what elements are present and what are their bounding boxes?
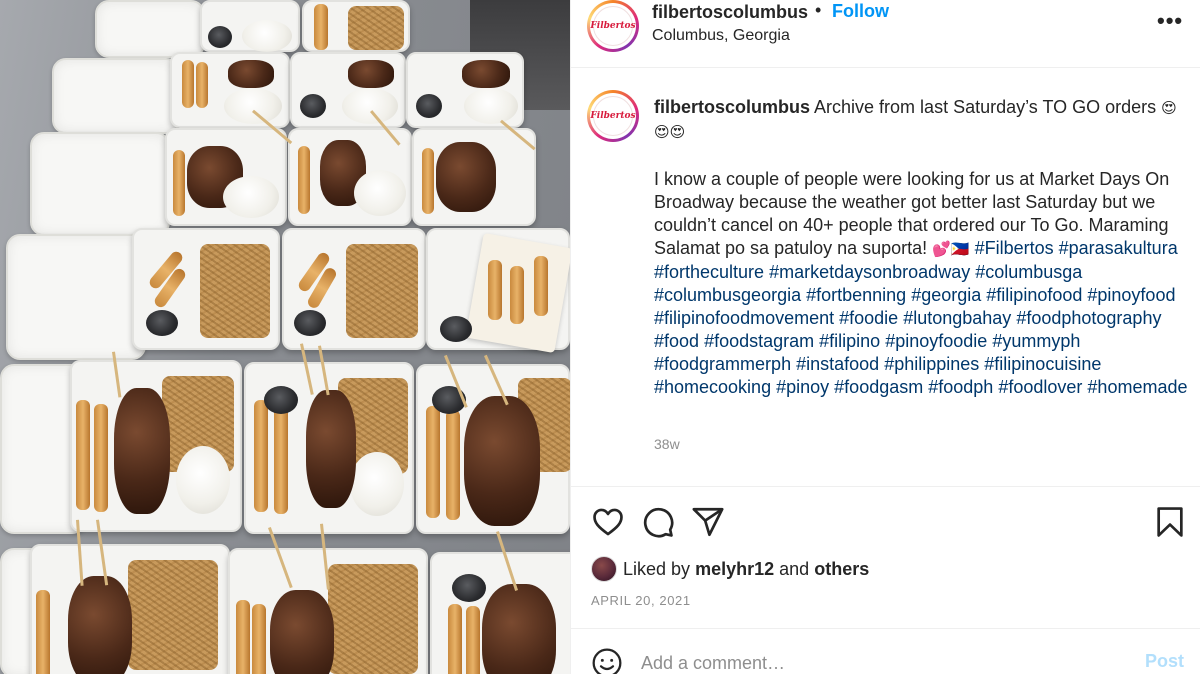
photo-container <box>165 128 287 226</box>
heart-eyes-emoji: 😍 <box>1161 99 1177 117</box>
photo-container <box>282 228 426 350</box>
photo-container <box>288 128 412 226</box>
comment-bar: Post <box>571 628 1200 674</box>
post-caption: filbertoscolumbus Archive from last Satu… <box>654 96 1189 399</box>
header-username[interactable]: filbertoscolumbus <box>652 2 808 23</box>
hashtag-link[interactable]: #pinoyfood <box>1087 285 1175 305</box>
likes-prefix: Liked by <box>623 558 691 579</box>
hearts-flag-emoji: 💕🇵🇭 <box>932 240 970 258</box>
hashtag-link[interactable]: #marketdaysonbroadway <box>769 262 970 282</box>
hashtag-link[interactable]: #filipinocuisine <box>984 354 1101 374</box>
hashtag-link[interactable]: #columbusga <box>975 262 1082 282</box>
caption-avatar[interactable]: Filbertos <box>587 90 639 142</box>
post-header: Filbertos filbertoscolumbus • Follow Col… <box>571 0 1200 68</box>
hashtag-link[interactable]: #yummyph <box>992 331 1080 351</box>
photo-container <box>30 544 230 674</box>
heart-icon[interactable] <box>591 505 625 539</box>
hashtag-link[interactable]: #columbusgeorgia <box>654 285 801 305</box>
hashtag-link[interactable]: #homecooking <box>654 377 771 397</box>
hashtag-link[interactable]: #lutongbahay <box>903 308 1011 328</box>
header-separator: • <box>815 0 822 20</box>
photo-container <box>430 552 570 674</box>
hashtag-link[interactable]: #foodstagram <box>704 331 814 351</box>
post-comment-button[interactable]: Post <box>1145 651 1184 672</box>
bookmark-icon[interactable] <box>1153 505 1187 539</box>
photo-container <box>412 128 536 226</box>
hashtag-link[interactable]: #foodgrammerph <box>654 354 791 374</box>
action-bar: Liked by melyhr12 and others APRIL 20, 2… <box>571 486 1200 626</box>
hashtag-link[interactable]: #filipino <box>819 331 880 351</box>
hashtag-link[interactable]: #homemade <box>1087 377 1187 397</box>
heart-eyes-emoji-pair: 😍😍 <box>654 123 686 141</box>
post-details-panel: Filbertos filbertoscolumbus • Follow Col… <box>570 0 1200 674</box>
hashtag-link[interactable]: #filipinofood <box>986 285 1082 305</box>
caption-username[interactable]: filbertoscolumbus <box>654 97 810 117</box>
hashtag-link[interactable]: #pinoy <box>776 377 829 397</box>
hashtag-link[interactable]: #foodphotography <box>1016 308 1161 328</box>
hashtag-link[interactable]: #parasakultura <box>1059 238 1178 258</box>
photo-container <box>70 360 242 532</box>
brand-logo: Filbertos <box>590 96 636 136</box>
photo-container <box>170 52 290 128</box>
photo-container-lid <box>95 0 205 58</box>
hashtag-link[interactable]: #Filbertos <box>975 238 1054 258</box>
hashtag-link[interactable]: #foodlover <box>998 377 1082 397</box>
likes-others-link[interactable]: others <box>814 559 869 580</box>
photo-container-lid <box>52 58 180 134</box>
photo-container <box>244 362 414 534</box>
photo-container <box>200 0 300 52</box>
location-link[interactable]: Columbus, Georgia <box>652 27 790 45</box>
brand-logo: Filbertos <box>590 6 636 46</box>
hashtag-link[interactable]: #food <box>654 331 699 351</box>
share-icon[interactable] <box>691 505 725 539</box>
likes-conjunction: and <box>779 558 810 579</box>
post-age[interactable]: 38w <box>654 436 680 452</box>
photo-container <box>132 228 280 350</box>
photo-container <box>426 228 570 354</box>
follow-button[interactable]: Follow <box>832 1 889 22</box>
photo-container-lid <box>30 132 170 236</box>
likes-summary: Liked by melyhr12 and others <box>591 554 869 584</box>
smiley-icon[interactable] <box>591 647 623 674</box>
hashtag-link[interactable]: #instafood <box>796 354 879 374</box>
hashtag-link[interactable]: #filipinofoodmovement <box>654 308 834 328</box>
photo-container <box>406 52 524 128</box>
liker-username[interactable]: melyhr12 <box>695 559 774 580</box>
hashtag-link[interactable]: #georgia <box>911 285 981 305</box>
photo-container <box>416 364 570 534</box>
post-photo[interactable] <box>0 0 570 674</box>
more-options-icon[interactable]: ••• <box>1157 8 1183 34</box>
photo-container-lid <box>6 234 146 360</box>
liker-avatar[interactable] <box>591 556 617 582</box>
hashtag-link[interactable]: #foodph <box>928 377 993 397</box>
hashtag-link[interactable]: #foodie <box>839 308 898 328</box>
hashtag-list: #Filbertos #parasakultura #fortheculture… <box>654 238 1188 397</box>
photo-container <box>290 52 406 128</box>
hashtag-link[interactable]: #foodgasm <box>834 377 923 397</box>
comment-input[interactable] <box>641 649 1121 674</box>
caption-headline: Archive from last Saturday’s TO GO order… <box>814 97 1157 117</box>
photo-container <box>302 0 410 52</box>
hashtag-link[interactable]: #fortbenning <box>806 285 906 305</box>
hashtag-link[interactable]: #philippines <box>884 354 979 374</box>
comment-icon[interactable] <box>641 505 675 539</box>
hashtag-link[interactable]: #fortheculture <box>654 262 764 282</box>
profile-avatar[interactable]: Filbertos <box>587 0 639 52</box>
photo-container <box>228 548 428 674</box>
hashtag-link[interactable]: #pinoyfoodie <box>885 331 987 351</box>
post-date[interactable]: APRIL 20, 2021 <box>591 593 691 608</box>
